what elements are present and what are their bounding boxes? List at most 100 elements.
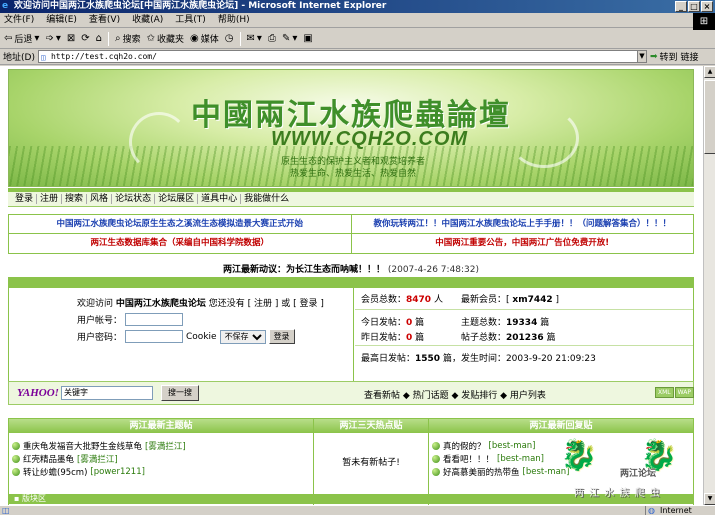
favorites-button[interactable]: ✩ 收藏夹	[147, 32, 184, 45]
stop-icon: ⊠	[66, 33, 76, 44]
scroll-down-button[interactable]: ▼	[704, 493, 715, 505]
keyword-input[interactable]: 关键字	[61, 386, 153, 400]
back-button[interactable]: ⇦ 后退 ▾	[4, 32, 39, 45]
stats-row: 昨日发帖：0 篇 帖子总数：201236 篇	[355, 328, 693, 346]
close-button[interactable]: ×	[701, 1, 713, 12]
bullet-icon	[432, 454, 440, 463]
mail-button[interactable]: ✉ ▾	[247, 33, 262, 44]
latest-motion-link[interactable]: 两江最新动议：为长江生态而呐喊！！！	[223, 265, 385, 275]
menu-bar: 文件(F) 编辑(E) 查看(V) 收藏(A) 工具(T) 帮助(H)	[0, 13, 715, 28]
menu-favorites[interactable]: 收藏(A)	[132, 13, 163, 27]
nav-status[interactable]: 论坛状态	[112, 194, 156, 204]
refresh-icon: ⟳	[81, 33, 90, 44]
list-item[interactable]: 好高慕美丽的热带鱼 [best-man]	[429, 465, 693, 478]
xml-badge[interactable]: XML	[655, 387, 674, 398]
nav-search[interactable]: 搜索	[62, 194, 88, 204]
cookie-label: Cookie	[186, 331, 217, 342]
notice-link[interactable]: 两江生态数据库集合（采编自中国科学院数据）	[9, 234, 351, 253]
links-label[interactable]: 链接	[681, 50, 699, 63]
media-button[interactable]: ◉ 媒体	[190, 32, 219, 45]
forum-nav: 登录 注册 搜索 风格 论坛状态 论坛展区 道具中心 我能做什么	[8, 192, 694, 207]
forward-button[interactable]: ➩ ▾	[45, 33, 60, 44]
refresh-button[interactable]: ⟳	[81, 33, 89, 44]
search-submit-button[interactable]: 搜一搜	[161, 385, 199, 401]
nav-props[interactable]: 道具中心	[198, 194, 242, 204]
menu-edit[interactable]: 编辑(E)	[46, 13, 77, 27]
list-item[interactable]: 真的假的？ [best-man]	[429, 439, 693, 452]
password-row: 用户密码： Cookie 不保存 登录	[77, 329, 353, 344]
nav-gallery[interactable]: 论坛展区	[155, 194, 199, 204]
username-input[interactable]	[125, 313, 184, 326]
topic-columns: 两江最新主题帖 重庆龟发福音大批野生金线草龟 [雾満拦江] 红壳精品墨龟 [雾満拦江…	[8, 418, 694, 505]
address-dropdown[interactable]: ▼	[636, 50, 647, 63]
menu-file[interactable]: 文件(F)	[4, 13, 34, 27]
zone-indicator: ◍ Internet	[645, 506, 715, 515]
menu-view[interactable]: 查看(V)	[89, 13, 120, 27]
toolbar: ⇦ 后退 ▾ ➩ ▾ ⊠ ⟳ ⌂ ⌕ 搜索 ✩ 收藏夹 ◉ 媒体 ◷ ✉ ▾ ⎙ ✎ ▾ ▣	[0, 29, 715, 49]
scroll-up-button[interactable]: ▲	[704, 66, 715, 78]
info-panel: 欢迎访问 中国两江水族爬虫论坛 您还没有 [ 注册 ] 或 [ 登录 ] 用户帐…	[8, 287, 694, 388]
nav-style[interactable]: 风格	[87, 194, 113, 204]
forum-stats: 会员总数：8470 人 最新会员：[ xm7442 ] 今日发帖：0 篇 主题总…	[355, 288, 693, 388]
list-item[interactable]: 重庆龟发福音大批野生金线草龟 [雾満拦江]	[9, 439, 313, 452]
quick-links[interactable]: 查看新帖 ◆ 热门话题 ◆ 发贴排行 ◆ 用户列表	[364, 388, 546, 401]
mail-icon: ✉	[246, 33, 255, 44]
discuss-button[interactable]: ▣	[303, 33, 312, 44]
column-header: 两江三天热点贴	[314, 419, 428, 433]
toolbar-separator	[108, 31, 109, 46]
newest-member[interactable]: xm7442	[512, 295, 552, 305]
register-login-links[interactable]: 您还没有 [ 注册 ] 或 [ 登录 ]	[209, 299, 324, 309]
latest-motion-time: (2007-4-26 7:48:32)	[387, 265, 480, 275]
banner-slogan: 热爱生命、热爱生活、热爱自然	[290, 169, 417, 179]
hot-empty-text: 暂未有新帖子!	[342, 458, 400, 468]
ie-icon: e	[2, 1, 9, 11]
maximize-button[interactable]: □	[688, 1, 700, 12]
password-label: 用户密码：	[77, 333, 123, 343]
address-label: 地址(D)	[3, 53, 35, 63]
nav-help[interactable]: 我能做什么	[241, 194, 292, 204]
list-item[interactable]: 红壳精品墨龟 [雾満拦江]	[9, 452, 313, 465]
cookie-select[interactable]: 不保存	[219, 329, 266, 344]
search-icon: ⌕	[115, 33, 121, 44]
list-item[interactable]: 转让纱蟾(95cm) [power1211]	[9, 465, 313, 478]
forum-domain: WWW.CQH2O.COM	[271, 128, 469, 150]
menu-help[interactable]: 帮助(H)	[218, 13, 250, 27]
list-item[interactable]: 看看吧！！！ [best-man]	[429, 452, 693, 465]
username-row: 用户帐号：	[77, 313, 353, 326]
edit-button[interactable]: ✎ ▾	[282, 33, 297, 44]
nav-register[interactable]: 注册	[37, 194, 63, 204]
notice-link[interactable]: 教你玩转两江！！中国两江水族爬虫论坛上手手册！！（问题解答集合）！！！	[350, 215, 694, 233]
minimize-button[interactable]: _	[675, 1, 687, 12]
forward-arrow-icon: ➩	[45, 33, 54, 44]
wap-badge[interactable]: WAP	[674, 387, 694, 398]
history-button[interactable]: ◷	[225, 33, 234, 44]
address-input[interactable]: ◫ http://test.cqh2o.com/	[37, 50, 638, 63]
search-button[interactable]: ⌕ 搜索	[115, 32, 141, 45]
back-arrow-icon: ⇦	[4, 33, 13, 44]
members-count: 8470	[406, 295, 432, 305]
print-button[interactable]: ⎙	[268, 33, 276, 44]
password-input[interactable]	[125, 330, 184, 343]
bullet-icon	[12, 467, 20, 476]
login-button[interactable]: 登录	[268, 329, 295, 344]
menu-tools[interactable]: 工具(T)	[175, 13, 206, 27]
go-button[interactable]: ➡ 转到	[650, 50, 678, 64]
discuss-icon: ▣	[303, 33, 313, 44]
nav-login[interactable]: 登录	[12, 194, 38, 204]
stop-button[interactable]: ⊠	[67, 33, 75, 44]
peak-posts: 1550	[415, 353, 441, 364]
bullet-icon	[432, 467, 440, 476]
window-title: 欢迎访问中国两江水族爬虫论坛[中国两江水族爬虫论坛] - Microsoft I…	[14, 1, 387, 11]
welcome-text: 欢迎访问 中国两江水族爬虫论坛 您还没有 [ 注册 ] 或 [ 登录 ]	[77, 299, 324, 309]
vertical-scrollbar[interactable]: ▲ ▼	[703, 66, 715, 505]
login-box: 欢迎访问 中国两江水族爬虫论坛 您还没有 [ 注册 ] 或 [ 登录 ] 用户帐…	[9, 288, 354, 388]
history-icon: ◷	[224, 33, 234, 44]
scroll-thumb[interactable]	[704, 80, 715, 154]
home-button[interactable]: ⌂	[96, 33, 102, 44]
notice-link[interactable]: 中国两江重要公告，中国两江广告位免费开放!	[350, 234, 694, 253]
notice-link[interactable]: 中国两江水族爬虫论坛原生生态之溪流生态模拟造景大赛正式开始	[9, 215, 351, 233]
stats-row: 最高日发帖：1550 篇，发生时间：2003-9-20 21:09:23	[361, 353, 596, 364]
yahoo-logo: YAHOO!	[17, 387, 59, 399]
notice-row: 两江生态数据库集合（采编自中国科学院数据） 中国两江重要公告，中国两江广告位免费…	[9, 234, 693, 253]
hot-topics-column: 两江三天热点贴 暂未有新帖子!	[314, 419, 429, 505]
